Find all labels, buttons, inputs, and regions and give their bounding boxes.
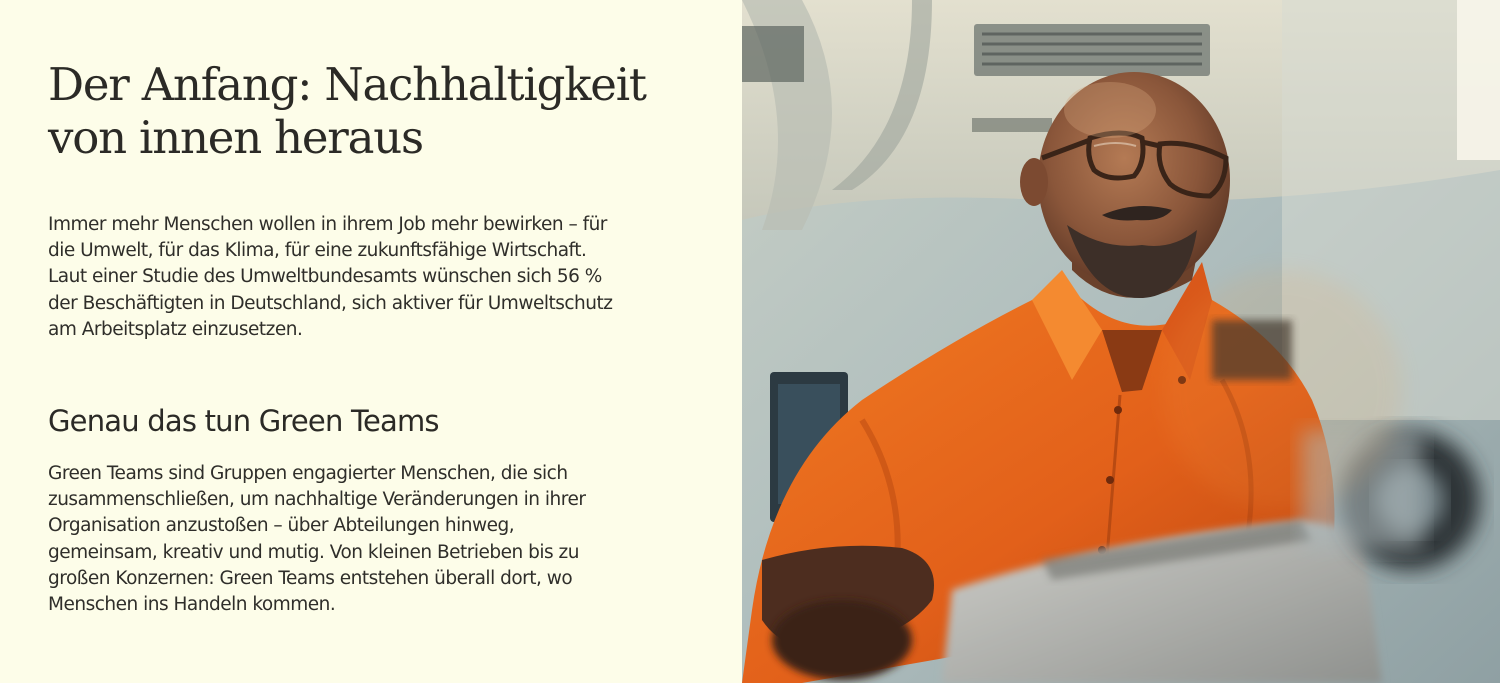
green-teams-paragraph: Green Teams sind Gruppen engagierter Men… [48, 463, 586, 616]
section-heading: Genau das tun Green Teams [48, 404, 440, 439]
hero-photo [742, 0, 1500, 683]
text-column: Der Anfang: Nachhaltigkeit von innen her… [0, 0, 742, 683]
intro-paragraph: Immer mehr Menschen wollen in ihrem Job … [48, 214, 613, 340]
man-in-orange-shirt-illustration [742, 0, 1500, 683]
page-title: Der Anfang: Nachhaltigkeit von innen her… [48, 58, 647, 164]
content-section: Der Anfang: Nachhaltigkeit von innen her… [0, 0, 1500, 683]
